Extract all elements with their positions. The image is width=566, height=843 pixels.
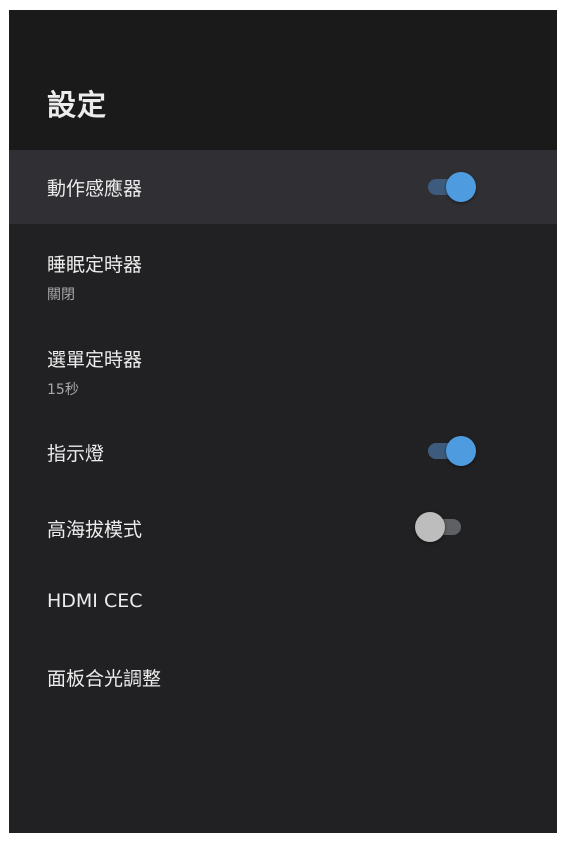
setting-hdmi-cec-label: HDMI CEC	[47, 590, 143, 612]
toggle-thumb	[446, 172, 476, 202]
setting-sleep-timer-label: 睡眠定時器	[47, 254, 143, 276]
header: 設定	[9, 10, 557, 150]
high-altitude-mode-toggle[interactable]	[415, 510, 471, 542]
setting-menu-timer-value: 15秒	[47, 382, 79, 398]
setting-high-altitude-mode-label: 高海拔模式	[47, 519, 143, 541]
setting-motion-sensor[interactable]: 動作感應器	[9, 150, 557, 224]
settings-panel: 設定 動作感應器 睡眠定時器 關閉 選單定時器 15秒 指示燈 高海拔模式 HD…	[9, 10, 557, 833]
setting-indicator-light-label: 指示燈	[47, 443, 105, 465]
setting-menu-timer[interactable]: 選單定時器 15秒	[9, 319, 557, 413]
settings-list: 動作感應器 睡眠定時器 關閉 選單定時器 15秒 指示燈 高海拔模式 HDMI …	[9, 150, 557, 714]
setting-hdmi-cec[interactable]: HDMI CEC	[9, 564, 557, 639]
setting-indicator-light[interactable]: 指示燈	[9, 413, 557, 489]
setting-sleep-timer-value: 關閉	[47, 287, 75, 303]
page-title: 設定	[47, 88, 108, 122]
setting-panel-light-adjust[interactable]: 面板合光調整	[9, 639, 557, 714]
motion-sensor-toggle[interactable]	[426, 170, 476, 202]
toggle-thumb	[415, 512, 445, 542]
indicator-light-toggle[interactable]	[426, 434, 476, 466]
setting-sleep-timer[interactable]: 睡眠定時器 關閉	[9, 224, 557, 319]
setting-menu-timer-label: 選單定時器	[47, 349, 143, 371]
setting-motion-sensor-label: 動作感應器	[47, 178, 143, 200]
setting-panel-light-adjust-label: 面板合光調整	[47, 668, 162, 690]
toggle-thumb	[446, 436, 476, 466]
setting-high-altitude-mode[interactable]: 高海拔模式	[9, 489, 557, 564]
